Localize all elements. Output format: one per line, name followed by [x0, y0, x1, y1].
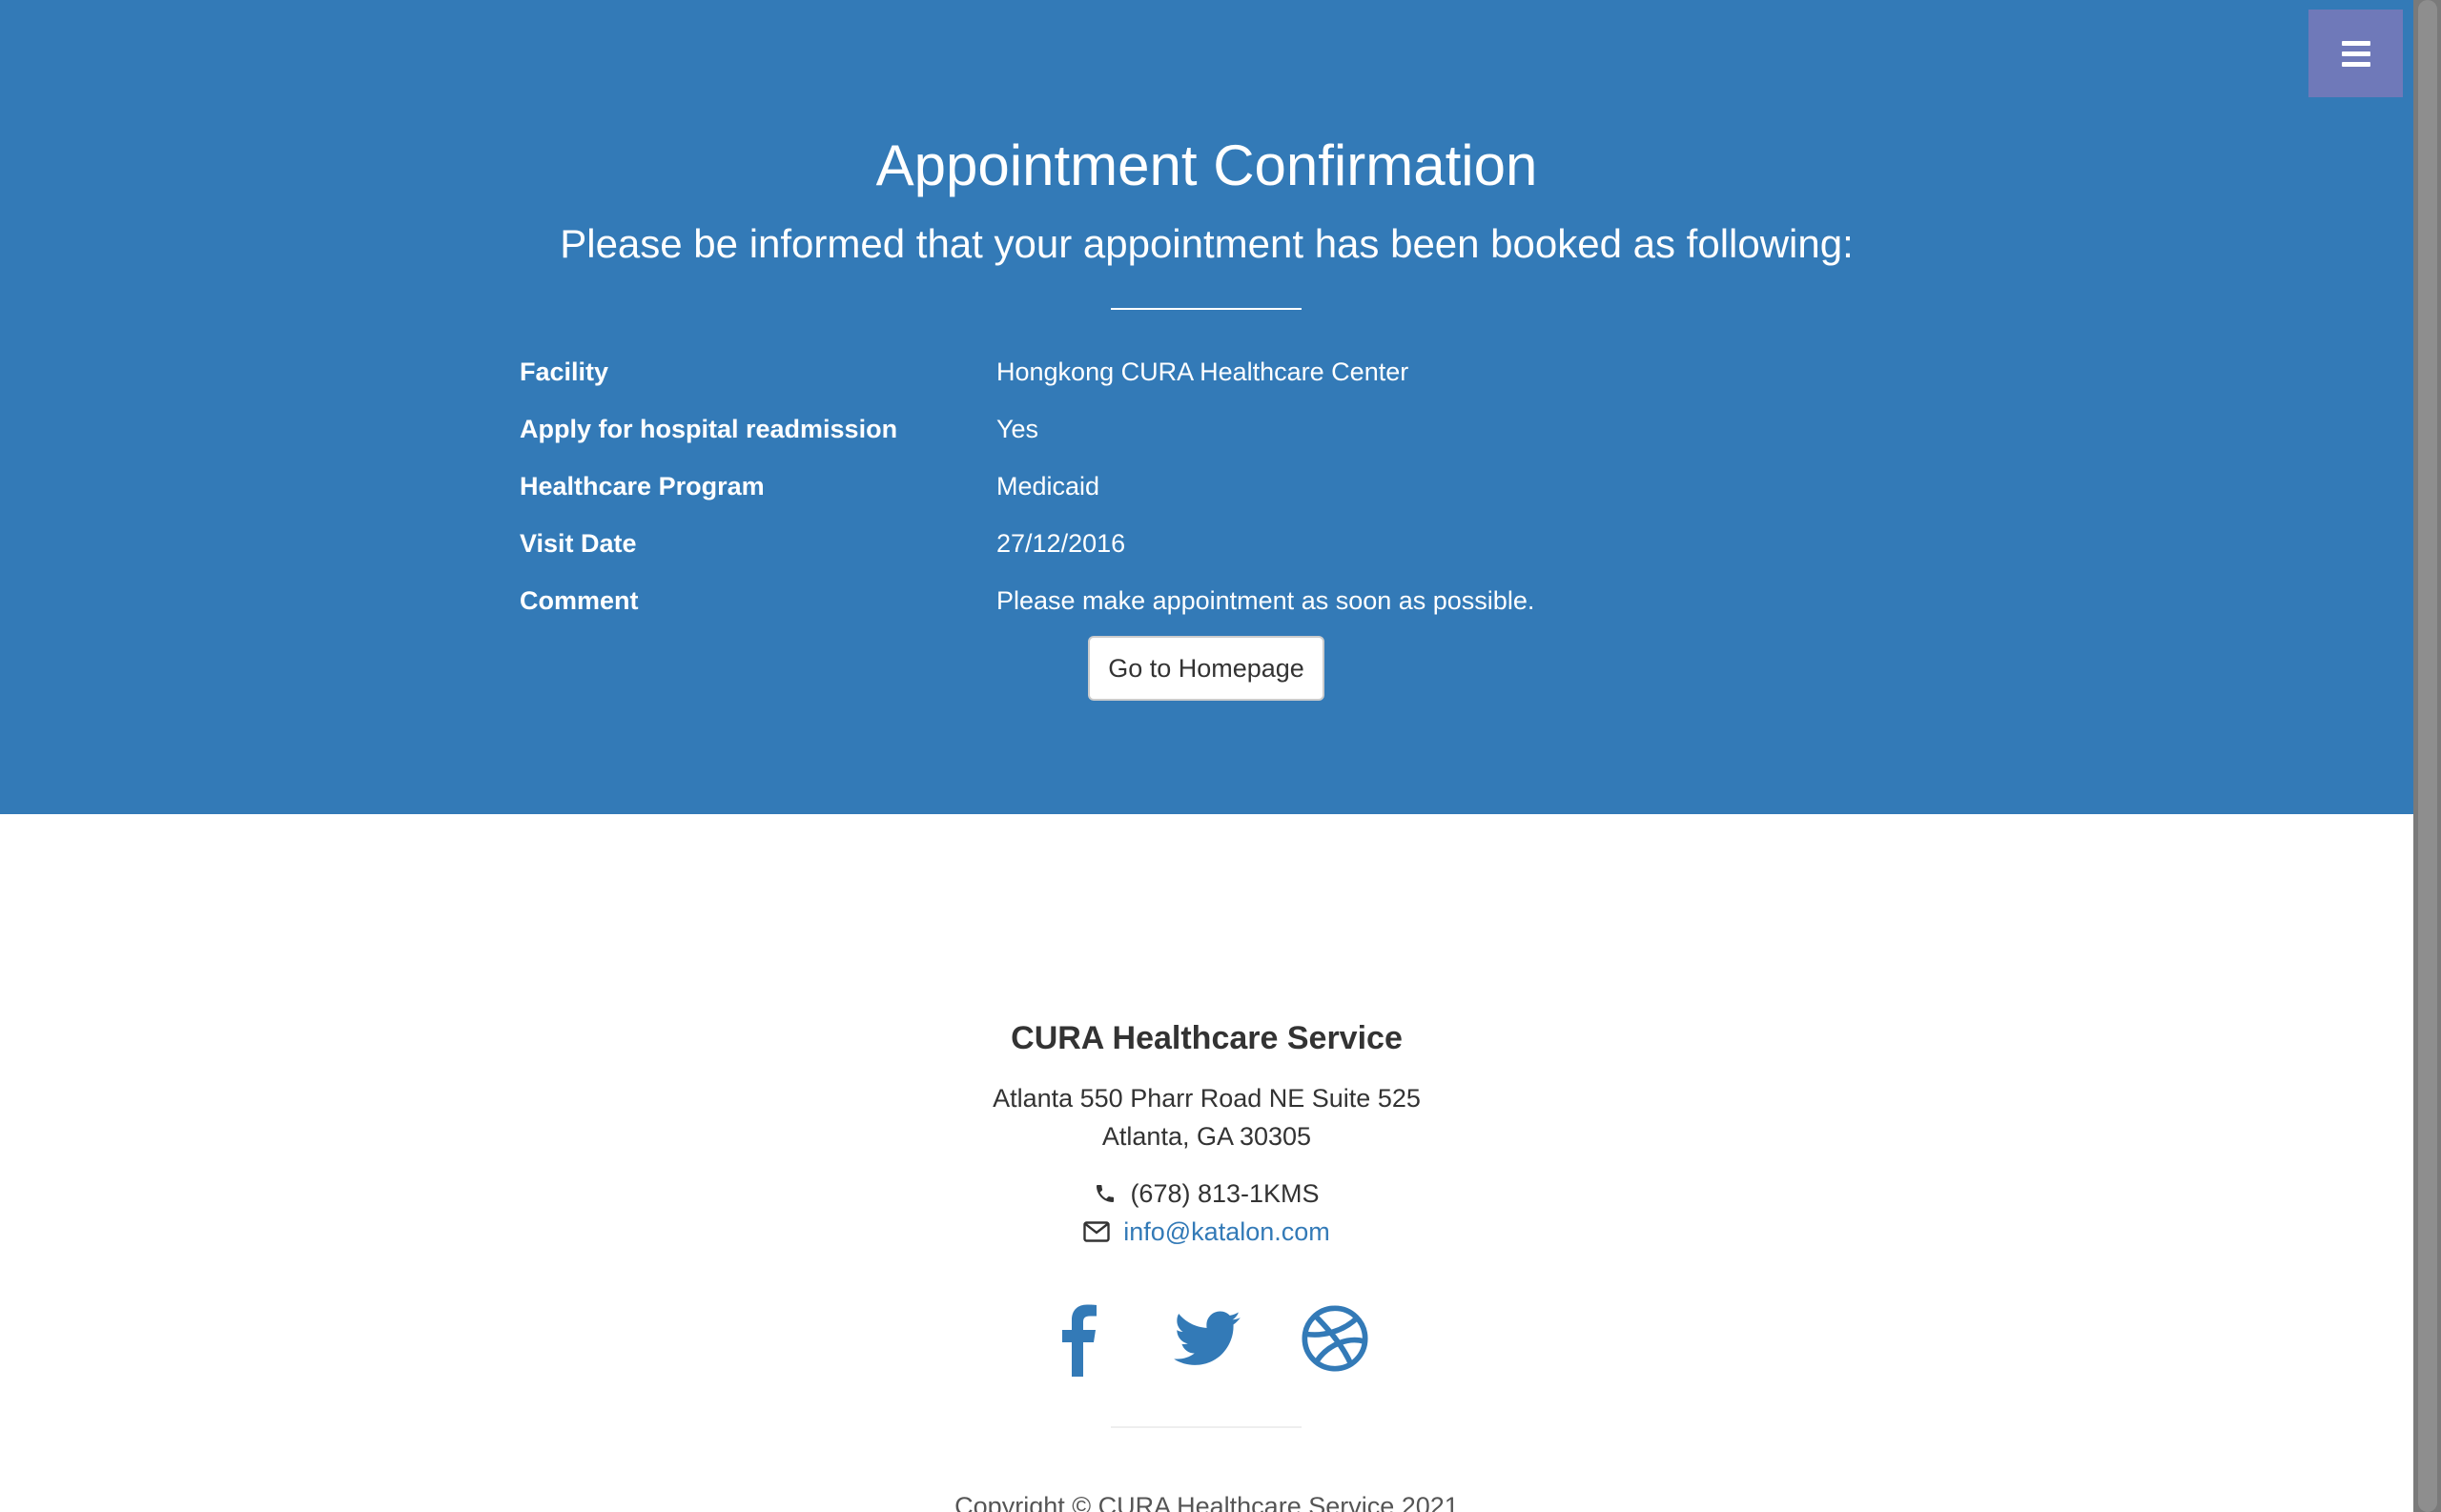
appointment-confirmation-section: Appointment Confirmation Please be infor… [0, 0, 2413, 814]
appointment-details: Facility Hongkong CURA Healthcare Center… [520, 343, 1950, 629]
bars-icon [2341, 40, 2370, 67]
address-line-1: Atlanta 550 Pharr Road NE Suite 525 [993, 1084, 1421, 1113]
detail-row-program: Healthcare Program Medicaid [520, 458, 1950, 515]
detail-row-comment: Comment Please make appointment as soon … [520, 572, 1950, 629]
comment-value: Please make appointment as soon as possi… [996, 585, 1535, 615]
envelope-icon [1083, 1221, 1110, 1242]
program-value: Medicaid [996, 471, 1100, 501]
footer-divider [1111, 1426, 1302, 1428]
detail-row-readmission: Apply for hospital readmission Yes [520, 400, 1950, 458]
detail-label: Facility [520, 357, 609, 386]
dribbble-link[interactable] [1299, 1300, 1371, 1377]
facility-value: Hongkong CURA Healthcare Center [996, 357, 1409, 386]
phone-icon [1097, 1185, 1115, 1202]
detail-label: Healthcare Program [520, 471, 765, 501]
company-name: CURA Healthcare Service [1011, 1020, 1403, 1056]
detail-row-facility: Facility Hongkong CURA Healthcare Center [520, 343, 1950, 400]
twitter-icon [1173, 1311, 1241, 1365]
menu-toggle-button[interactable] [2308, 10, 2403, 97]
page-subtitle: Please be informed that your appointment… [560, 221, 1854, 266]
twitter-link[interactable] [1171, 1300, 1243, 1377]
dribbble-icon [1301, 1305, 1368, 1372]
address-line-2: Atlanta, GA 30305 [1101, 1122, 1312, 1151]
detail-label: Comment [520, 585, 639, 615]
phone-number: (678) 813-1KMS [1130, 1179, 1320, 1208]
scrollbar-track[interactable] [2413, 0, 2441, 1512]
detail-label: Apply for hospital readmission [520, 414, 898, 443]
go-to-homepage-button[interactable]: Go to Homepage [1088, 636, 1324, 701]
facebook-link[interactable] [1043, 1300, 1116, 1377]
phone-line: (678) 813-1KMS [0, 1175, 2413, 1213]
page-title: Appointment Confirmation [875, 133, 1538, 197]
social-links [0, 1300, 2413, 1377]
contact-info: (678) 813-1KMS info@katalon.com [0, 1175, 2413, 1251]
detail-label: Visit Date [520, 528, 637, 558]
footer: CURA Healthcare Service Atlanta 550 Phar… [0, 814, 2413, 1512]
detail-row-visit-date: Visit Date 27/12/2016 [520, 515, 1950, 572]
email-link[interactable]: info@katalon.com [1123, 1213, 1330, 1251]
visit-date-value: 27/12/2016 [996, 528, 1126, 558]
email-line: info@katalon.com [0, 1213, 2413, 1251]
scrollbar-thumb[interactable] [2418, 0, 2437, 1512]
facebook-icon [1061, 1304, 1097, 1377]
readmission-value: Yes [996, 414, 1039, 443]
title-divider [1111, 308, 1302, 310]
company-address: Atlanta 550 Pharr Road NE Suite 525 Atla… [0, 1079, 2413, 1155]
page: Appointment Confirmation Please be infor… [0, 0, 2441, 1512]
copyright-text: Copyright © CURA Healthcare Service 2021 [954, 1492, 1459, 1512]
